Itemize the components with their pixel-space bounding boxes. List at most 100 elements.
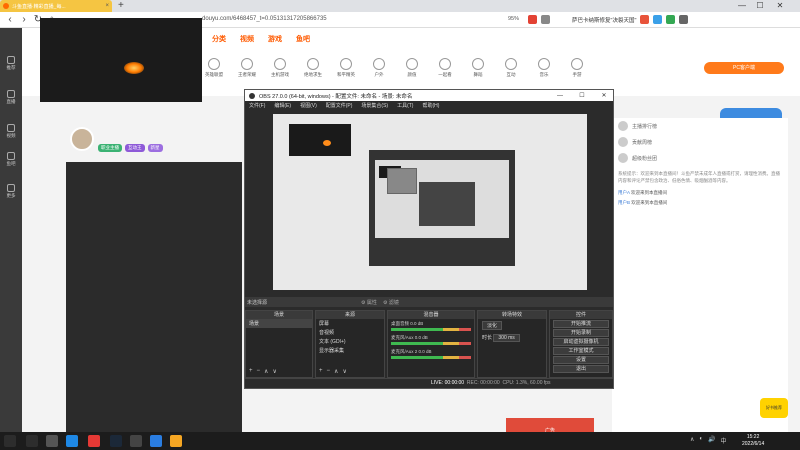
streamer-avatar[interactable] bbox=[70, 127, 94, 151]
rank-item[interactable]: 贡献周榜 bbox=[612, 134, 788, 150]
start-recording-button[interactable]: 开始录制 bbox=[553, 329, 609, 337]
start-icon[interactable] bbox=[4, 435, 16, 447]
maximize-button[interactable]: ☐ bbox=[752, 0, 768, 12]
menu-file[interactable]: 文件(F) bbox=[249, 102, 265, 109]
browser-taskbar-icon[interactable] bbox=[150, 435, 162, 447]
volume-meter[interactable] bbox=[391, 342, 471, 345]
category-item[interactable]: 英雄联盟 bbox=[202, 58, 226, 78]
rail-item-live[interactable]: 直播 bbox=[2, 90, 20, 105]
category-item[interactable]: 和平精英 bbox=[334, 58, 358, 78]
volume-meter[interactable] bbox=[391, 328, 471, 331]
ime-icon[interactable]: 中 bbox=[721, 436, 727, 445]
nav-yuba[interactable]: 鱼吧 bbox=[296, 34, 310, 44]
menu-icon[interactable] bbox=[679, 15, 688, 24]
menu-tools[interactable]: 工具(T) bbox=[397, 102, 413, 109]
category-item[interactable]: 一起看 bbox=[433, 58, 457, 78]
volume-meter[interactable] bbox=[391, 356, 471, 359]
menu-view[interactable]: 视图(V) bbox=[300, 102, 317, 109]
zoom-indicator[interactable]: 95% bbox=[508, 16, 519, 22]
transition-select[interactable]: 淡化 bbox=[482, 321, 503, 330]
steam-icon[interactable] bbox=[110, 435, 122, 447]
category-item[interactable]: 户外 bbox=[367, 58, 391, 78]
source-item[interactable]: 显示器采集 bbox=[316, 346, 384, 355]
volume-icon[interactable]: 🔊 bbox=[708, 436, 715, 445]
source-item[interactable]: 屏幕 bbox=[316, 319, 384, 328]
move-down-icon[interactable]: ∨ bbox=[272, 368, 276, 375]
extension-icon[interactable] bbox=[528, 15, 537, 24]
menu-profile[interactable]: 配置文件(P) bbox=[326, 102, 353, 109]
forward-icon[interactable]: › bbox=[18, 12, 30, 28]
extension-icon[interactable] bbox=[653, 15, 662, 24]
douyu-taskbar-icon[interactable] bbox=[170, 435, 182, 447]
system-clock[interactable]: 15:22 2022/6/14 bbox=[742, 434, 764, 448]
minimize-button[interactable]: — bbox=[734, 0, 750, 12]
add-icon[interactable]: + bbox=[249, 368, 253, 375]
extension-icon[interactable] bbox=[541, 15, 550, 24]
category-item[interactable]: 绝地求生 bbox=[301, 58, 325, 78]
add-icon[interactable]: + bbox=[319, 368, 323, 375]
start-streaming-button[interactable]: 开始推流 bbox=[553, 320, 609, 328]
streamer-tag[interactable]: 新星 bbox=[147, 144, 163, 152]
remove-icon[interactable]: − bbox=[257, 368, 261, 375]
live-player-area[interactable] bbox=[66, 162, 242, 450]
rail-item-video[interactable]: 视频 bbox=[2, 124, 20, 139]
nav-games[interactable]: 游戏 bbox=[268, 34, 282, 44]
chat-username[interactable]: 用户A bbox=[618, 190, 630, 195]
obs-maximize-button[interactable]: ☐ bbox=[573, 92, 591, 99]
extension-icon[interactable] bbox=[640, 15, 649, 24]
rank-item[interactable]: 主播排行榜 bbox=[612, 118, 788, 134]
exit-button[interactable]: 退出 bbox=[553, 365, 609, 373]
chat-username[interactable]: 用户B bbox=[618, 200, 630, 205]
obs-minimize-button[interactable]: — bbox=[551, 93, 569, 99]
rail-item-more[interactable]: 更多 bbox=[2, 184, 20, 199]
netease-music-icon[interactable] bbox=[88, 435, 100, 447]
filters-button[interactable]: ⚙ 滤镜 bbox=[383, 299, 399, 306]
remove-icon[interactable]: − bbox=[327, 368, 331, 375]
source-item[interactable]: 文本 (GDI+) bbox=[316, 337, 384, 346]
scene-item[interactable]: 场景 bbox=[246, 319, 312, 328]
search-icon[interactable] bbox=[26, 435, 38, 447]
start-virtual-camera-button[interactable]: 启动虚拟摄像机 bbox=[553, 338, 609, 346]
category-item[interactable]: 主机游戏 bbox=[268, 58, 292, 78]
obs-preview-canvas[interactable] bbox=[273, 114, 587, 290]
url-field[interactable]: douyu.com/6468457_t=0.05131317205866735 bbox=[202, 16, 327, 22]
nav-video[interactable]: 视频 bbox=[240, 34, 254, 44]
streamer-tag[interactable]: 互动王 bbox=[125, 144, 145, 152]
browser-tab[interactable]: 斗鱼直播·精彩直播_每... × bbox=[0, 0, 112, 12]
rail-item-recommend[interactable]: 推荐 bbox=[2, 56, 20, 71]
duration-input[interactable]: 300 ms bbox=[493, 334, 520, 342]
close-button[interactable]: ✕ bbox=[772, 0, 788, 12]
obs-close-button[interactable]: ✕ bbox=[595, 92, 613, 99]
obs-taskbar-icon[interactable] bbox=[130, 435, 142, 447]
pc-client-button[interactable]: PC客户端 bbox=[704, 62, 784, 74]
menu-edit[interactable]: 编辑(E) bbox=[274, 102, 291, 109]
category-item[interactable]: 互动 bbox=[499, 58, 523, 78]
tray-expand-icon[interactable]: ∧ bbox=[690, 436, 694, 445]
category-item[interactable]: 手游 bbox=[565, 58, 589, 78]
move-up-icon[interactable]: ∧ bbox=[264, 368, 268, 375]
settings-button[interactable]: 设置 bbox=[553, 356, 609, 364]
source-item[interactable]: 音视频 bbox=[316, 328, 384, 337]
menu-help[interactable]: 帮助(H) bbox=[422, 102, 439, 109]
network-icon[interactable]: ◐ bbox=[699, 436, 703, 445]
app-icon[interactable] bbox=[66, 435, 78, 447]
category-item[interactable]: 舞蹈 bbox=[466, 58, 490, 78]
menu-scene-collection[interactable]: 场景集合(S) bbox=[361, 102, 388, 109]
properties-button[interactable]: ⚙ 属性 bbox=[361, 299, 377, 306]
floating-badge[interactable]: 好书推荐 bbox=[760, 398, 788, 418]
rail-item-yuba[interactable]: 鱼吧 bbox=[2, 152, 20, 167]
task-view-icon[interactable] bbox=[46, 435, 58, 447]
new-tab-button[interactable]: + bbox=[118, 0, 124, 12]
move-down-icon[interactable]: ∨ bbox=[342, 368, 346, 375]
category-item[interactable]: 颜值 bbox=[400, 58, 424, 78]
category-item[interactable]: 音乐 bbox=[532, 58, 556, 78]
streamer-tag[interactable]: 职业主播 bbox=[98, 144, 122, 152]
extension-icon[interactable] bbox=[666, 15, 675, 24]
promo-text[interactable]: 萨巴卡纳斯修复"决裂天国" bbox=[572, 16, 636, 24]
nav-category[interactable]: 分类 bbox=[212, 34, 226, 44]
tab-close-icon[interactable]: × bbox=[105, 3, 109, 9]
rank-item[interactable]: 超级粉丝团 bbox=[612, 150, 788, 166]
stream-video-thumbnail[interactable] bbox=[40, 18, 202, 102]
studio-mode-button[interactable]: 工作室模式 bbox=[553, 347, 609, 355]
back-icon[interactable]: ‹ bbox=[4, 12, 16, 28]
